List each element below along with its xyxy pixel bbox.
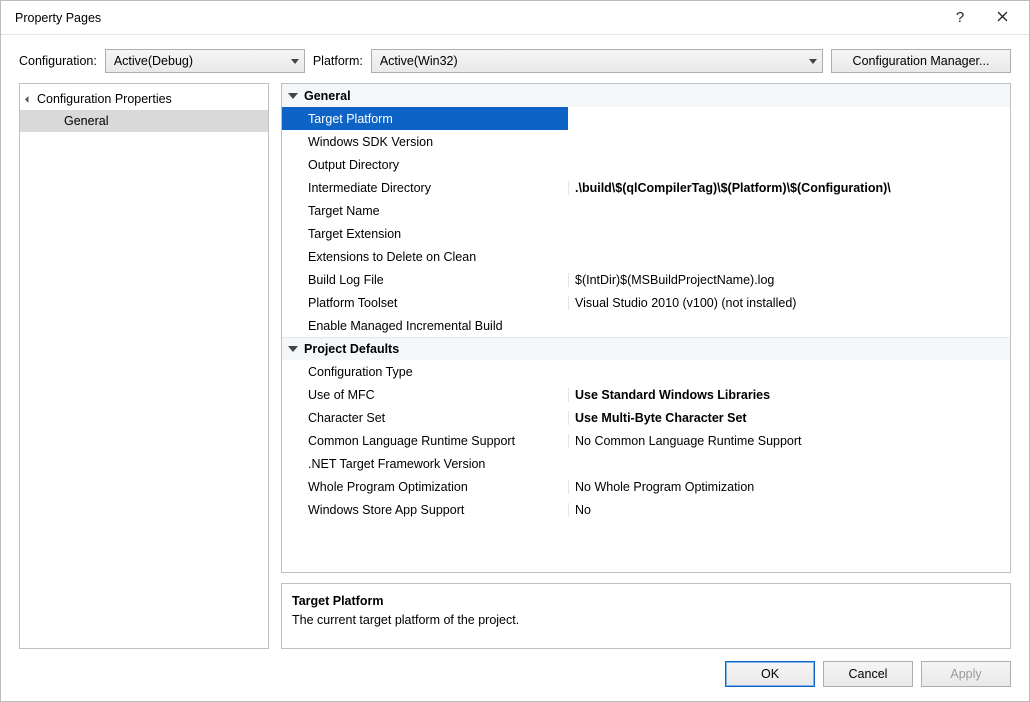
property-label: Extensions to Delete on Clean <box>304 250 568 264</box>
expand-arrow-icon <box>25 95 32 102</box>
chevron-down-icon <box>291 54 299 68</box>
property-label: Windows Store App Support <box>304 503 568 517</box>
property-row[interactable]: Target Name <box>282 199 1010 222</box>
property-row[interactable]: .NET Target Framework Version <box>282 452 1010 475</box>
property-row[interactable]: Output Directory <box>282 153 1010 176</box>
tree-pane: Configuration Properties General <box>19 83 269 649</box>
configuration-label: Configuration: <box>19 54 97 68</box>
description-title: Target Platform <box>292 592 1000 611</box>
property-label: Enable Managed Incremental Build <box>304 319 568 333</box>
property-grid: General Target Platform Windows SDK Versio… <box>281 83 1011 573</box>
property-value[interactable]: Use Multi-Byte Character Set <box>568 411 1010 425</box>
property-label: Target Extension <box>304 227 568 241</box>
configuration-value: Active(Debug) <box>114 54 193 68</box>
dialog-window: Property Pages ? Configuration: Active(D… <box>0 0 1030 702</box>
platform-value: Active(Win32) <box>380 54 458 68</box>
platform-label: Platform: <box>313 54 363 68</box>
property-row[interactable]: Extensions to Delete on Clean <box>282 245 1010 268</box>
property-value[interactable]: No <box>568 503 1010 517</box>
configuration-manager-button[interactable]: Configuration Manager... <box>831 49 1011 73</box>
property-row[interactable]: Target Extension <box>282 222 1010 245</box>
property-value[interactable]: No Common Language Runtime Support <box>568 434 1010 448</box>
property-row[interactable]: Configuration Type <box>282 360 1010 383</box>
tree-item-label: Configuration Properties <box>37 92 172 106</box>
collapse-icon <box>282 344 304 354</box>
property-label: Output Directory <box>304 158 568 172</box>
title-bar: Property Pages ? <box>1 1 1029 35</box>
property-value[interactable]: .\build\$(qlCompilerTag)\$(Platform)\$(C… <box>568 181 1010 195</box>
close-button[interactable] <box>981 4 1023 32</box>
property-row[interactable]: Platform ToolsetVisual Studio 2010 (v100… <box>282 291 1010 314</box>
property-value[interactable]: Visual Studio 2010 (v100) (not installed… <box>568 296 1010 310</box>
property-row[interactable]: Use of MFCUse Standard Windows Libraries <box>282 383 1010 406</box>
category-label: Project Defaults <box>304 342 568 356</box>
property-label: Character Set <box>304 411 568 425</box>
right-column: General Target Platform Windows SDK Versio… <box>281 83 1011 649</box>
platform-combo[interactable]: Active(Win32) <box>371 49 823 73</box>
property-label: Windows SDK Version <box>304 135 568 149</box>
property-row[interactable]: Windows Store App SupportNo <box>282 498 1010 521</box>
property-label: Whole Program Optimization <box>304 480 568 494</box>
cancel-button[interactable]: Cancel <box>823 661 913 687</box>
property-row[interactable]: Common Language Runtime SupportNo Common… <box>282 429 1010 452</box>
apply-label: Apply <box>950 667 981 681</box>
property-value[interactable]: No Whole Program Optimization <box>568 480 1010 494</box>
description-body: The current target platform of the proje… <box>292 611 1000 630</box>
configuration-manager-label: Configuration Manager... <box>853 54 990 68</box>
property-row[interactable]: Intermediate Directory.\build\$(qlCompil… <box>282 176 1010 199</box>
cancel-label: Cancel <box>849 667 888 681</box>
property-row[interactable]: Target Platform <box>282 107 1010 130</box>
property-label: Intermediate Directory <box>304 181 568 195</box>
chevron-down-icon <box>809 54 817 68</box>
description-pane: Target Platform The current target platf… <box>281 583 1011 649</box>
property-label: Build Log File <box>304 273 568 287</box>
help-button[interactable]: ? <box>939 4 981 32</box>
ok-label: OK <box>761 667 779 681</box>
main-area: Configuration Properties General General… <box>1 83 1029 649</box>
property-row[interactable]: Enable Managed Incremental Build <box>282 314 1010 337</box>
property-row[interactable]: Whole Program OptimizationNo Whole Progr… <box>282 475 1010 498</box>
configuration-combo[interactable]: Active(Debug) <box>105 49 305 73</box>
property-label: Configuration Type <box>304 365 568 379</box>
property-label: Platform Toolset <box>304 296 568 310</box>
close-icon <box>997 11 1008 25</box>
apply-button[interactable]: Apply <box>921 661 1011 687</box>
help-icon: ? <box>956 9 964 26</box>
property-label: Use of MFC <box>304 388 568 402</box>
property-label: Target Platform <box>304 112 568 126</box>
property-label: Common Language Runtime Support <box>304 434 568 448</box>
category-row-general[interactable]: General <box>282 84 1010 107</box>
window-title: Property Pages <box>15 11 939 25</box>
property-label: .NET Target Framework Version <box>304 457 568 471</box>
category-row-defaults[interactable]: Project Defaults <box>282 337 1010 360</box>
tree-item-label: General <box>64 114 108 128</box>
tree-item-general[interactable]: General <box>20 110 268 132</box>
property-label: Target Name <box>304 204 568 218</box>
ok-button[interactable]: OK <box>725 661 815 687</box>
property-row[interactable]: Windows SDK Version <box>282 130 1010 153</box>
collapse-icon <box>282 91 304 101</box>
category-label: General <box>304 89 568 103</box>
property-value[interactable]: $(IntDir)$(MSBuildProjectName).log <box>568 273 1010 287</box>
property-row[interactable]: Character SetUse Multi-Byte Character Se… <box>282 406 1010 429</box>
dialog-buttons: OK Cancel Apply <box>1 649 1029 701</box>
tree-item-config-props[interactable]: Configuration Properties <box>20 88 268 110</box>
property-value[interactable]: Use Standard Windows Libraries <box>568 388 1010 402</box>
property-row[interactable]: Build Log File$(IntDir)$(MSBuildProjectN… <box>282 268 1010 291</box>
config-row: Configuration: Active(Debug) Platform: A… <box>1 35 1029 83</box>
